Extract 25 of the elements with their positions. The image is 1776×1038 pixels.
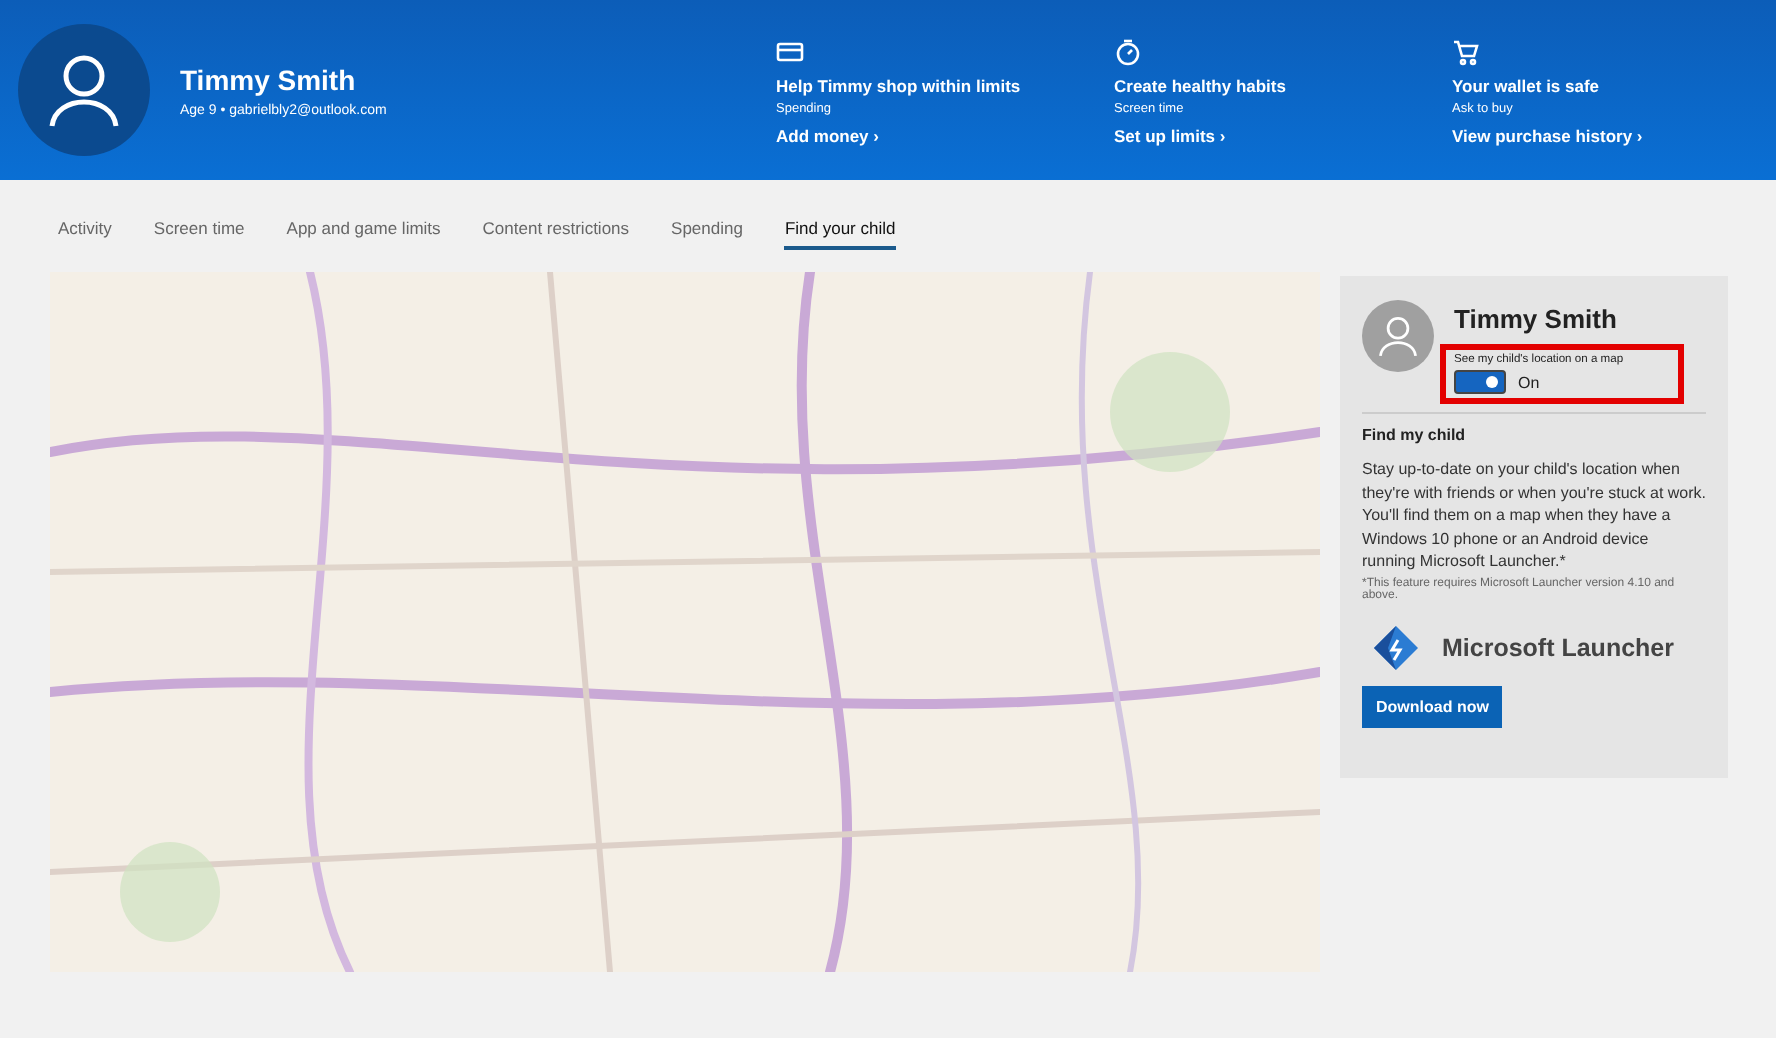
section-heading: Find my child [1362, 426, 1468, 444]
feature-title: Help Timmy shop within limits [776, 76, 1023, 96]
nav-tab[interactable]: Activity [58, 218, 112, 246]
feature-title: Your wallet is safe [1452, 76, 1602, 96]
nav-tab[interactable]: App and game limits [286, 218, 441, 246]
description-text: Stay up-to-date on your child's location when they're with friends or when you're stuck at work. You'll find them on a map when they have a Windows 10 phone or an Android device running Microsoft Launcher.* [1362, 458, 1706, 573]
cart-icon [1452, 38, 1480, 66]
feature-link[interactable]: Add money › [776, 126, 879, 146]
nav-tab[interactable]: Screen time [153, 218, 245, 246]
download-button[interactable]: Download now [1362, 685, 1503, 727]
child-name: Timmy Smith [180, 63, 358, 95]
nav-tab[interactable]: Content restrictions [482, 218, 630, 246]
feature-link[interactable]: View purchase history › [1452, 126, 1643, 146]
stopwatch-icon [1114, 38, 1142, 66]
nav-tab[interactable]: Find your child [784, 218, 896, 250]
nav-tab[interactable]: Spending [671, 218, 743, 246]
child-name: Timmy Smith [1454, 304, 1619, 334]
location-toggle[interactable] [1454, 370, 1506, 394]
toggle-state: On [1518, 373, 1540, 391]
feature-title: Create healthy habits [1114, 76, 1288, 96]
avatar-icon [1362, 300, 1434, 372]
credit-card-icon [776, 38, 804, 66]
app-name: Microsoft Launcher [1442, 633, 1674, 661]
feature-link[interactable]: Set up limits › [1114, 126, 1226, 146]
launcher-logo-icon [1370, 621, 1422, 673]
